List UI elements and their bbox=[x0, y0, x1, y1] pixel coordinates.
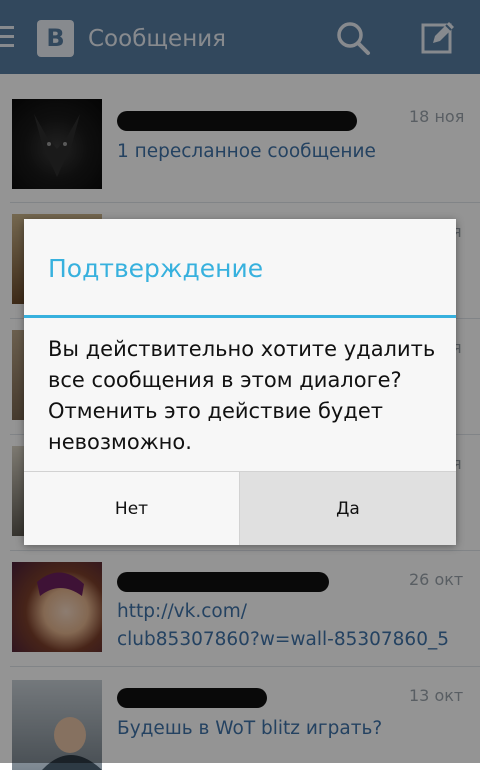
yes-button[interactable]: Да bbox=[240, 472, 456, 545]
no-button[interactable]: Нет bbox=[24, 472, 239, 545]
dialog-title-divider bbox=[24, 315, 456, 318]
confirm-dialog: Подтверждение Вы действительно хотите уд… bbox=[24, 219, 456, 545]
dialog-buttons: Нет Да bbox=[24, 471, 456, 545]
dialog-title: Подтверждение bbox=[48, 254, 264, 283]
dialog-message: Вы действительно хотите удалить все сооб… bbox=[48, 337, 436, 454]
